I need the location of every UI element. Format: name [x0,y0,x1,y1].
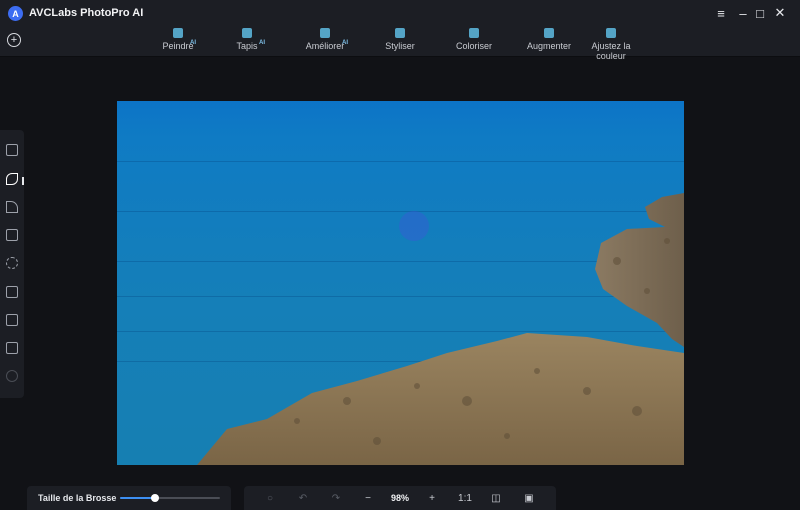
undo-icon: ↶ [298,492,308,504]
brush-size-panel: Taille de la Brosse [27,486,231,510]
app-title: AVCLabs PhotoPro AI [29,7,144,19]
tool-label: Coloriser [455,41,492,51]
brush-tool-icon[interactable] [6,173,18,185]
left-tool-sidebar [0,130,24,398]
tool-label: Augmenter [526,41,572,51]
tool-label: Améliorer [305,41,345,51]
tool-ajustez-couleur[interactable]: Ajustez la couleur [576,27,646,61]
tool-peindre[interactable]: Peindre AI [143,27,213,51]
ai-badge: AI [342,40,348,46]
compare-icon[interactable]: ◫ [488,491,504,505]
top-toolbar: + Peindre AI Tapis AI Améliorer AI Styli… [0,27,800,61]
colorize-icon [469,28,479,38]
tool-label: Ajustez la couleur [591,41,631,61]
lasso-tool-icon[interactable] [6,201,18,213]
tool-ameliorer[interactable]: Améliorer AI [290,27,360,51]
maximize-icon[interactable]: □ [751,4,769,22]
stylize-icon [395,28,405,38]
paint-icon [173,28,183,38]
rock-foreground [197,193,684,465]
tool-styliser[interactable]: Styliser [365,27,435,51]
title-bar: A AVCLabs PhotoPro AI ≡ – □ ✕ [0,0,800,27]
ai-badge: AI [190,40,196,46]
upscale-icon [544,28,554,38]
brush-size-slider[interactable] [120,494,220,502]
brush-size-label: Taille de la Brosse [38,493,117,503]
app-logo-icon: A [8,6,23,21]
actual-size-button[interactable]: 1:1 [453,491,477,505]
slider-fill [120,497,155,499]
ai-badge: AI [259,40,265,46]
close-icon[interactable]: ✕ [771,4,789,22]
save-icon[interactable]: ▣ [521,491,537,505]
zoom-level: 98% [390,493,409,503]
reset-icon: ○ [266,492,274,504]
menu-icon[interactable]: ≡ [712,4,730,22]
zoom-toolbar: ○ ↶ ↷ − 98% + 1:1 ◫ ▣ [244,486,556,510]
person-select-icon[interactable] [6,286,18,298]
object-select-icon[interactable] [6,314,18,326]
minimize-icon[interactable]: – [734,4,752,22]
zoom-in-button[interactable]: + [424,491,440,505]
ellipse-select-icon[interactable] [6,257,18,269]
tool-label: Peindre [162,41,194,51]
carpet-icon [242,28,252,38]
tool-label: Styliser [385,41,415,51]
redo-icon: ↷ [331,492,341,504]
enhance-icon [320,28,330,38]
layers-icon[interactable] [6,342,18,354]
adjust-color-icon [606,28,616,38]
rectangle-select-icon[interactable] [6,229,18,241]
tool-label: Tapis [236,41,258,51]
active-tool-marker [22,177,24,185]
history-icon [6,370,18,382]
tool-tapis[interactable]: Tapis AI [212,27,282,51]
image-canvas[interactable] [117,101,684,465]
slider-thumb[interactable] [151,494,159,502]
chart-tool-icon[interactable] [6,144,18,156]
tool-augmenter[interactable]: Augmenter [514,27,584,51]
zoom-out-button[interactable]: − [360,491,376,505]
tool-coloriser[interactable]: Coloriser [439,27,509,51]
add-image-button[interactable]: + [7,33,21,47]
